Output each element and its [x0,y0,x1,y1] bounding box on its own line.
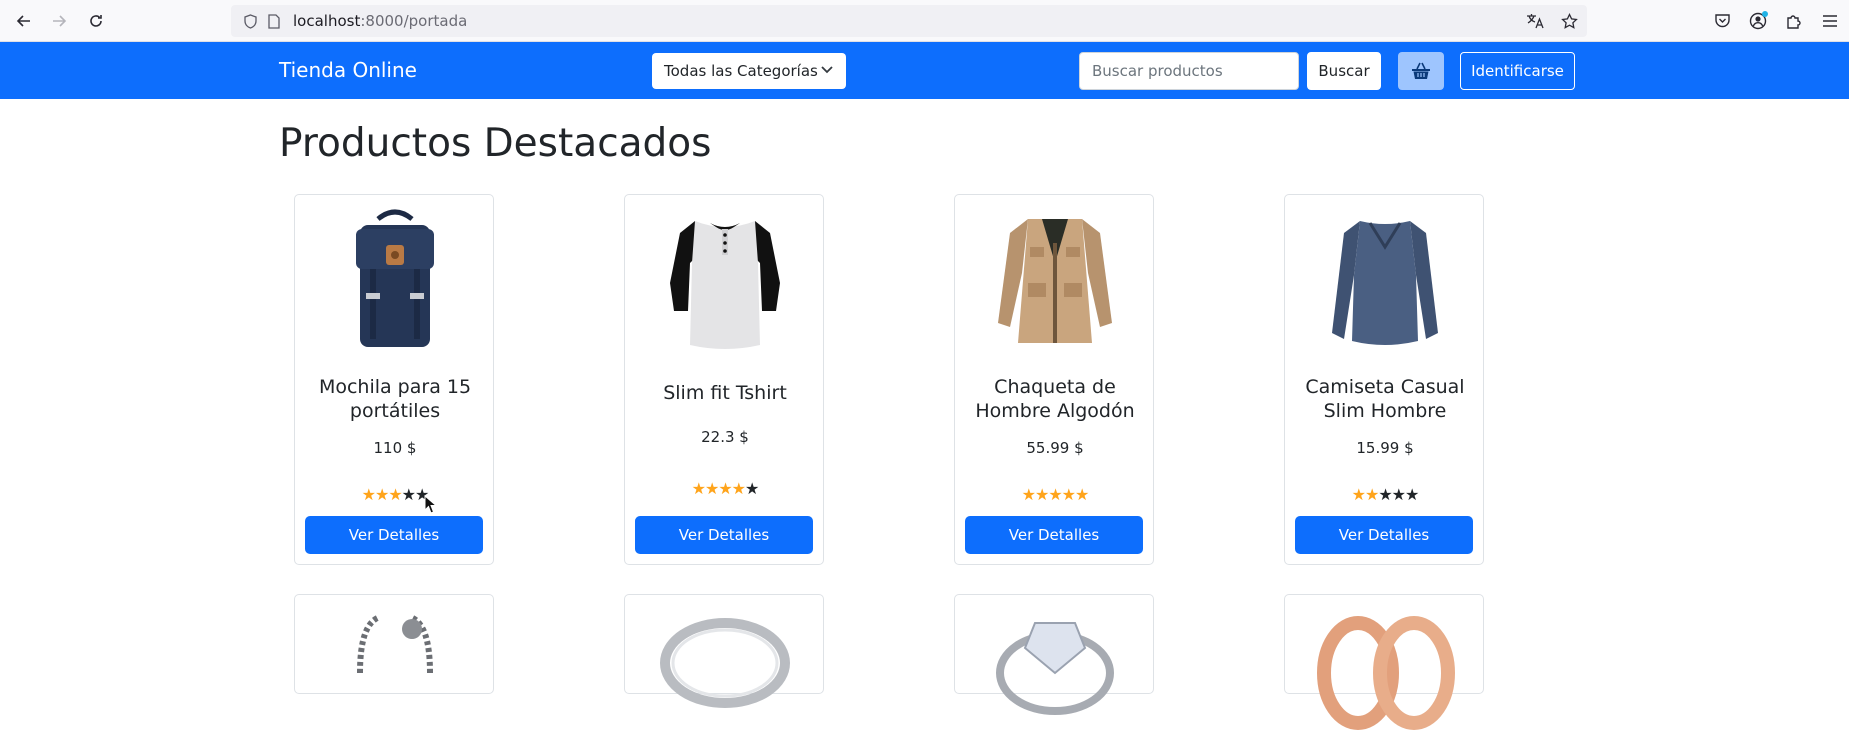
extensions-icon[interactable] [1783,10,1805,32]
product-name: Camiseta Casual Slim Hombre [1305,376,1465,422]
mouse-cursor-icon [424,495,438,514]
star-empty-icon: ★ [745,479,759,498]
view-details-button[interactable]: Ver Detalles [635,516,813,554]
star-filled-icon: ★ [1351,485,1366,504]
site-navbar: Tienda Online Todas las Categorías Busca… [0,42,1849,99]
rating-stars: ★★★★★ [625,479,825,498]
rating-stars: ★★★★★ [1285,485,1485,504]
basket-icon [1412,62,1430,79]
tshirt-image[interactable] [650,203,800,353]
star-filled-icon: ★ [718,479,732,498]
bookmark-star-icon[interactable] [1559,11,1579,31]
page-title: Productos Destacados [279,121,712,166]
view-details-button[interactable]: Ver Detalles [305,516,483,554]
back-icon[interactable] [10,9,38,33]
category-select[interactable]: Todas las Categorías [652,53,846,89]
ring-image[interactable] [650,603,800,753]
product-card: Chaqueta de Hombre Algodón 55.99 $ ★★★★★… [954,194,1154,565]
star-filled-icon: ★ [1048,485,1062,504]
menu-icon[interactable] [1819,10,1841,32]
shield-icon[interactable] [241,12,259,30]
star-filled-icon: ★ [731,479,746,498]
longsleeve-image[interactable] [1310,203,1460,353]
browser-toolbar: localhost:8000/portada [0,0,1849,42]
product-price: 15.99 $ [1356,439,1414,457]
star-empty-icon: ★ [401,485,416,504]
star-filled-icon: ★ [388,485,402,504]
star-filled-icon: ★ [361,485,376,504]
brand-link[interactable]: Tienda Online [279,58,417,82]
product-card: Camiseta Casual Slim Hombre 15.99 $ ★★★★… [1284,194,1484,565]
star-empty-icon: ★ [1378,485,1392,504]
forward-icon[interactable] [45,9,73,33]
star-filled-icon: ★ [1364,485,1379,504]
reload-icon[interactable] [82,9,110,33]
product-name: Mochila para 15 portátiles [318,376,472,422]
product-card [294,594,494,694]
pocket-icon[interactable] [1711,10,1733,32]
star-filled-icon: ★ [1021,485,1036,504]
product-price: 22.3 $ [701,428,749,446]
url-text[interactable]: localhost:8000/portada [293,12,467,30]
product-card [954,594,1154,715]
view-details-button[interactable]: Ver Detalles [1295,516,1473,554]
rating-stars: ★★★★★ [955,485,1155,504]
backpack-image[interactable] [320,203,470,353]
view-details-button[interactable]: Ver Detalles [965,516,1143,554]
product-card: Slim fit Tshirt 22.3 $ ★★★★★ Ver Detalle… [624,194,824,565]
product-card [1284,594,1484,730]
star-filled-icon: ★ [1061,485,1076,504]
product-name: Chaqueta de Hombre Algodón [975,376,1135,422]
product-price: 110 $ [373,439,417,457]
account-icon[interactable] [1747,10,1769,32]
url-path: :8000/portada [360,12,468,30]
url-host: localhost [293,12,361,30]
product-card: Mochila para 15 portátiles 110 $ ★★★★★ V… [294,194,494,565]
cart-button[interactable] [1398,52,1444,90]
bracelet-image[interactable] [320,603,470,753]
address-bar[interactable]: localhost:8000/portada [231,5,1587,37]
rating-stars: ★★★★★ [295,485,495,504]
star-filled-icon: ★ [374,485,389,504]
diamond-ring-image[interactable] [980,603,1130,753]
star-filled-icon: ★ [1075,485,1089,504]
category-select-value: Todas las Categorías [664,62,818,80]
search-button[interactable]: Buscar [1307,52,1381,90]
search-input[interactable] [1079,52,1299,90]
product-card [624,594,824,708]
star-empty-icon: ★ [1405,485,1419,504]
product-price: 55.99 $ [1026,439,1084,457]
star-empty-icon: ★ [1391,485,1406,504]
page-icon [265,12,283,30]
jacket-image[interactable] [980,203,1130,353]
translate-icon[interactable] [1525,11,1545,31]
login-button[interactable]: Identificarse [1460,52,1575,90]
product-name: Slim fit Tshirt [663,382,787,404]
star-filled-icon: ★ [1034,485,1049,504]
star-filled-icon: ★ [691,479,706,498]
star-filled-icon: ★ [704,479,719,498]
rose-gold-rings-image[interactable] [1310,603,1460,753]
chevron-down-icon [821,66,833,74]
